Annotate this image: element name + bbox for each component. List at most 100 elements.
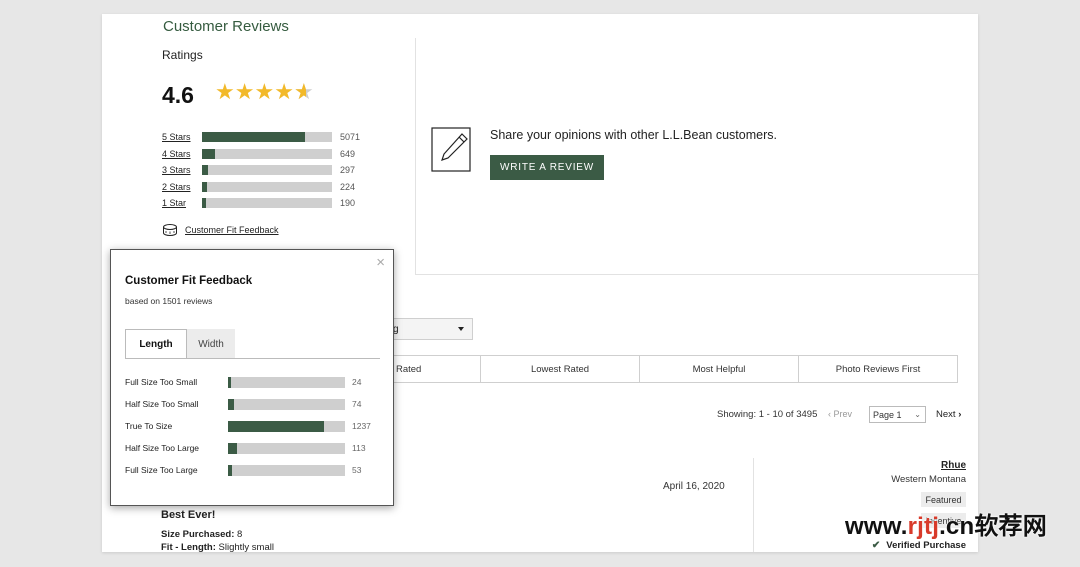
rating-bar-fill — [202, 197, 206, 208]
fit-bar-fill — [228, 464, 233, 476]
divider — [415, 274, 978, 275]
verified-purchase: ✔ Verified Purchase — [872, 540, 966, 551]
fit-length-value: Slightly small — [218, 542, 274, 552]
rating-bar-fill — [202, 148, 216, 159]
fit-row-label: True To Size — [125, 421, 173, 431]
close-icon[interactable]: × — [376, 255, 385, 270]
sort-tab-most-helpful[interactable]: Most Helpful — [639, 355, 799, 383]
fit-row-label: Half Size Too Large — [125, 443, 200, 453]
rating-count: 649 — [340, 148, 356, 159]
rating-row-2[interactable]: 2 Stars 224 — [162, 180, 355, 193]
rating-count: 190 — [340, 197, 356, 208]
popup-title: Customer Fit Feedback — [125, 275, 253, 287]
section-title: Customer Reviews — [163, 18, 289, 35]
rating-link[interactable]: 1 Star — [162, 198, 202, 208]
fit-bar-fill — [228, 442, 237, 454]
fit-bar — [228, 420, 345, 432]
page-select-value: Page 1 — [873, 409, 902, 420]
sort-tab-photo-reviews[interactable]: Photo Reviews First — [798, 355, 958, 383]
fit-feedback-link-row[interactable]: Customer Fit Feedback — [162, 222, 279, 238]
fit-row-label: Full Size Too Small — [125, 377, 198, 387]
fit-bar-fill — [228, 420, 325, 432]
fit-feedback-popup: × Customer Fit Feedback based on 1501 re… — [110, 249, 394, 506]
verified-label: Verified Purchase — [886, 540, 966, 551]
watermark-part: www. — [845, 513, 908, 540]
showing-count: Showing: 1 - 10 of 3495 — [717, 409, 818, 420]
rating-bar-fill — [202, 164, 208, 175]
chevron-left-icon: ‹ — [828, 409, 831, 419]
star-icon: ★ — [254, 79, 275, 104]
rating-row-3[interactable]: 3 Stars 297 — [162, 163, 355, 176]
review-title: Best Ever! — [161, 509, 216, 521]
rating-bar-fill — [202, 131, 305, 142]
fit-bar — [228, 442, 345, 454]
tab-width[interactable]: Width — [187, 329, 235, 359]
rating-bar — [202, 131, 332, 142]
measuring-tape-icon — [163, 224, 177, 236]
popup-tabs: Length Width — [125, 329, 235, 359]
fit-length-label: Fit - Length: — [161, 542, 216, 552]
fit-bar — [228, 464, 345, 476]
share-text: Share your opinions with other L.L.Bean … — [490, 128, 777, 142]
check-icon: ✔ — [871, 540, 881, 551]
rating-bar-fill — [202, 181, 207, 192]
rating-link[interactable]: 2 Stars — [162, 182, 202, 192]
rating-row-5[interactable]: 5 Stars 5071 — [162, 130, 360, 143]
divider — [125, 358, 380, 359]
size-purchased: Size Purchased: 8 — [161, 529, 242, 540]
fit-row-count: 24 — [352, 377, 362, 387]
fit-row-count: 1237 — [352, 421, 371, 431]
chevron-right-icon: › — [958, 409, 962, 420]
rating-row-4[interactable]: 4 Stars 649 — [162, 147, 355, 160]
rating-bar — [202, 148, 332, 159]
fit-feedback-link[interactable]: Customer Fit Feedback — [185, 225, 279, 235]
rating-row-1[interactable]: 1 Star 190 — [162, 196, 355, 209]
next-label: Next — [936, 409, 956, 420]
rating-link[interactable]: 4 Stars — [162, 149, 202, 159]
sort-tabs: est Rated Lowest Rated Most Helpful Phot… — [321, 355, 958, 383]
rating-count: 5071 — [340, 131, 361, 142]
watermark-part: rjtj — [907, 513, 940, 540]
fit-row: Full Size Too Large 53 — [125, 464, 361, 476]
fit-bar — [228, 398, 345, 410]
star-rating: ★ ★ ★ ★ ★ ★ — [215, 80, 314, 104]
next-page-link[interactable]: Next › — [936, 409, 961, 420]
pencil-paper-icon — [431, 127, 471, 172]
average-rating: 4.6 — [162, 82, 194, 108]
reviewer-name-link[interactable]: Rhue — [941, 460, 966, 471]
rating-count: 224 — [340, 181, 356, 192]
star-icon: ★ — [274, 79, 294, 104]
divider — [753, 458, 754, 552]
fit-bar — [228, 376, 345, 388]
size-label: Size Purchased: — [161, 529, 235, 540]
popup-subtitle: based on 1501 reviews — [125, 296, 213, 306]
featured-badge: Featured — [921, 492, 966, 507]
star-icon: ★ — [234, 79, 255, 104]
fit-row-label: Half Size Too Small — [125, 399, 199, 409]
fit-row: Half Size Too Small 74 — [125, 398, 361, 410]
watermark-part: .cn软荐网 — [939, 513, 1047, 540]
fit-row: Half Size Too Large 113 — [125, 442, 366, 454]
fit-row-count: 53 — [352, 465, 362, 475]
fit-length: Fit - Length: Slightly small — [161, 542, 274, 552]
divider — [415, 38, 416, 274]
write-review-button[interactable]: WRITE A REVIEW — [490, 155, 604, 180]
prev-page-link[interactable]: ‹ Prev — [828, 409, 852, 419]
caret-down-icon — [458, 327, 464, 331]
fit-row-count: 74 — [352, 399, 362, 409]
prev-label: Prev — [833, 409, 853, 419]
rating-link[interactable]: 5 Stars — [162, 132, 202, 142]
sort-tab-lowest-rated[interactable]: Lowest Rated — [480, 355, 640, 383]
review-date: April 16, 2020 — [663, 481, 725, 492]
tab-length[interactable]: Length — [125, 329, 187, 359]
rating-bar — [202, 164, 332, 175]
ratings-label: Ratings — [162, 48, 203, 62]
chevron-down-icon: ⌄ — [914, 410, 921, 419]
page-select[interactable]: Page 1 ⌄ — [869, 406, 926, 423]
rating-bar — [202, 181, 332, 192]
fit-row-count: 113 — [352, 443, 366, 453]
fit-row: True To Size 1237 — [125, 420, 371, 432]
fit-bar-fill — [228, 398, 234, 410]
rating-link[interactable]: 3 Stars — [162, 165, 202, 175]
fit-row-label: Full Size Too Large — [125, 465, 198, 475]
